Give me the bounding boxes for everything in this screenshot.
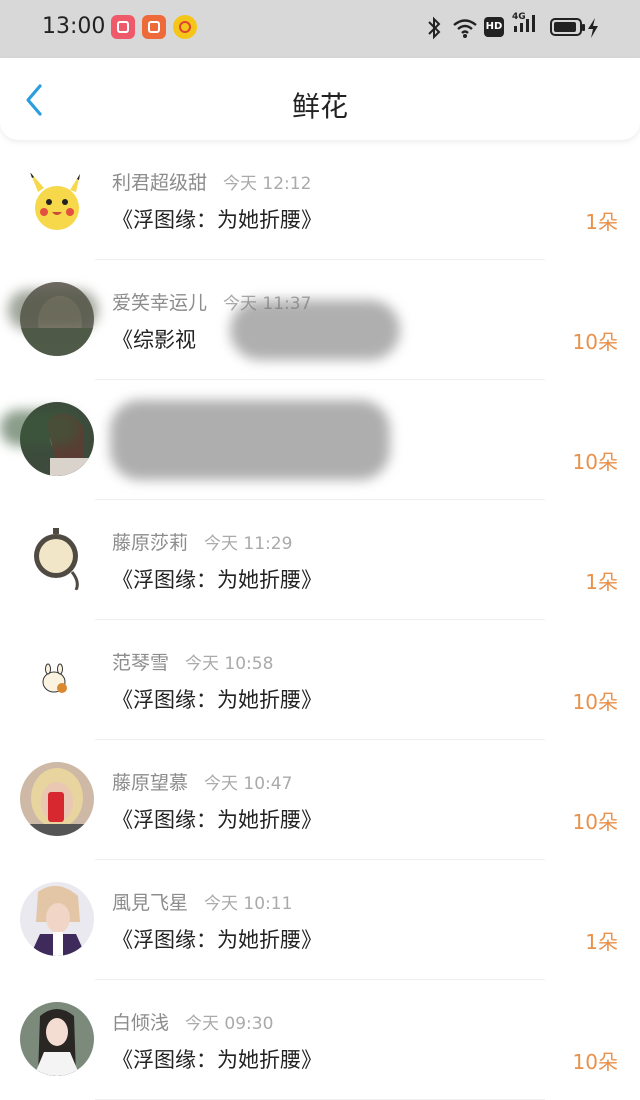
book-title[interactable]: 《综影视 [112,324,196,354]
signal-icon: 4G [512,12,544,40]
avatar[interactable] [20,162,94,236]
list-item[interactable]: 10朵 [0,380,640,500]
app-notification-icon [111,15,135,39]
avatar[interactable] [20,882,94,956]
list-item[interactable]: 利君超级甜 今天 12:12 《浮图缘：为她折腰》 1朵 [0,140,640,260]
user-name: 風見飞星 [112,892,189,914]
gift-time: 今天 12:12 [223,174,312,194]
list-item[interactable]: 藤原望慕 今天 10:47 《浮图缘：为她折腰》 10朵 [0,740,640,860]
weibo-icon [173,15,197,39]
gift-time: 今天 11:29 [204,534,293,554]
flower-count: 10朵 [572,810,618,834]
avatar[interactable] [20,522,94,596]
gift-time: 今天 10:47 [204,774,293,794]
user-name: 范琴雪 [112,652,170,674]
redaction-scribble [230,300,400,360]
list-item[interactable]: 白倾浅 今天 09:30 《浮图缘：为她折腰》 10朵 [0,980,640,1100]
avatar[interactable] [20,762,94,836]
user-name: 利君超级甜 [112,172,208,194]
list-item[interactable]: 爱笑幸运儿今天 11:37 《综影视 10朵 [0,260,640,380]
charging-icon [588,18,598,38]
redaction-scribble [110,400,390,480]
user-name: 藤原莎莉 [112,532,189,554]
page-title: 鲜花 [291,90,348,123]
list-item[interactable]: 風見飞星 今天 10:11 《浮图缘：为她折腰》 1朵 [0,860,640,980]
book-title[interactable]: 《浮图缘：为她折腰》 [112,924,322,954]
network-type: 4G [512,12,526,22]
book-title[interactable]: 《浮图缘：为她折腰》 [112,564,322,594]
book-title[interactable]: 《浮图缘：为她折腰》 [112,684,322,714]
bluetooth-icon [428,16,441,40]
user-name: 爱笑幸运儿 [112,292,208,314]
avatar[interactable] [20,642,94,716]
flower-count: 10朵 [572,1050,618,1074]
status-bar: 13:00 HD 4G [0,0,640,58]
flower-count: 1朵 [585,570,618,594]
book-title[interactable]: 《浮图缘：为她折腰》 [112,204,322,234]
flower-count: 1朵 [585,930,618,954]
book-title[interactable]: 《浮图缘：为她折腰》 [112,1044,322,1074]
nav-bar: 鲜花 [0,58,640,140]
wifi-icon [453,19,477,38]
list-item[interactable]: 范琴雪 今天 10:58 《浮图缘：为她折腰》 10朵 [0,620,640,740]
user-name: 藤原望慕 [112,772,189,794]
book-title[interactable]: 《浮图缘：为她折腰》 [112,804,322,834]
user-name: 白倾浅 [112,1012,170,1034]
app-notification-icon [142,15,166,39]
list-item[interactable]: 藤原莎莉 今天 11:29 《浮图缘：为她折腰》 1朵 [0,500,640,620]
flower-count: 1朵 [585,210,618,234]
battery-icon [550,18,585,36]
gift-time: 今天 10:58 [185,654,274,674]
flower-count: 10朵 [572,330,618,354]
flower-count: 10朵 [572,690,618,714]
status-time: 13:00 [42,14,106,39]
redaction-scribble [8,290,98,330]
flower-count: 10朵 [572,450,618,474]
redaction-scribble [0,410,80,446]
gift-time: 今天 10:11 [204,894,293,914]
gift-time: 今天 09:30 [185,1014,274,1034]
avatar[interactable] [20,1002,94,1076]
hd-icon: HD [484,17,504,37]
flower-gift-list: 利君超级甜今天 12:12 《浮图缘：为她折腰》 1朵 爱笑幸运儿今天 11:3… [0,140,640,1100]
